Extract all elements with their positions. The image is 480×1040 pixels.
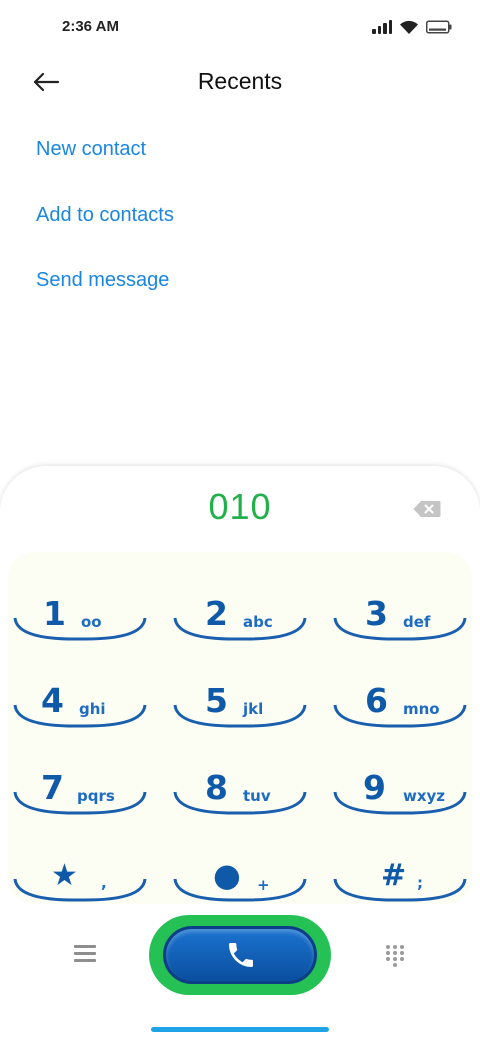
key-curve: [13, 878, 147, 902]
key-curve: [333, 704, 467, 728]
battery-icon: [426, 20, 452, 34]
key-digit: 2: [205, 594, 228, 633]
key-1[interactable]: 1 oo: [13, 580, 147, 642]
key-curve: [173, 704, 307, 728]
key-digit: 1: [43, 594, 66, 633]
key-0[interactable]: ● +: [173, 841, 307, 903]
backspace-button[interactable]: [412, 499, 442, 519]
menu-icon[interactable]: [74, 945, 96, 963]
key-5[interactable]: 5 jkl: [173, 667, 307, 729]
key-digit: 8: [205, 768, 228, 807]
key-digit: ●: [213, 856, 241, 894]
key-letters: mno: [403, 700, 440, 718]
key-6[interactable]: 6 mno: [333, 667, 467, 729]
key-digit: 4: [41, 681, 64, 720]
key-star[interactable]: ★ ,: [13, 841, 147, 903]
send-message-link[interactable]: Send message: [36, 269, 169, 292]
key-8[interactable]: 8 tuv: [173, 754, 307, 816]
call-button[interactable]: [149, 915, 331, 995]
backspace-icon: [413, 501, 441, 517]
key-4[interactable]: 4 ghi: [13, 667, 147, 729]
key-letters: +: [257, 876, 270, 894]
header: Recents: [0, 56, 480, 108]
key-7[interactable]: 7 pqrs: [13, 754, 147, 816]
key-letters: def: [403, 613, 431, 631]
key-letters: ;: [417, 874, 423, 892]
keypad: 1 oo 2 abc 3 def 4 ghi 5 jkl 6 mno 7 pqr…: [8, 552, 472, 904]
home-indicator: [151, 1027, 329, 1032]
hash-icon: #: [381, 858, 407, 893]
key-letters: ghi: [79, 700, 106, 718]
dialed-number: 010: [208, 486, 272, 527]
key-curve: [13, 617, 147, 641]
status-time: 2:36 AM: [62, 18, 119, 35]
key-digit: 7: [41, 768, 64, 807]
key-letters: abc: [243, 613, 273, 631]
key-digit: 5: [205, 681, 228, 720]
key-3[interactable]: 3 def: [333, 580, 467, 642]
key-digit: 9: [363, 768, 386, 807]
key-letters: jkl: [243, 700, 264, 718]
page-title: Recents: [197, 68, 283, 94]
status-bar: 2:36 AM: [0, 0, 480, 56]
key-curve: [333, 791, 467, 815]
key-9[interactable]: 9 wxyz: [333, 754, 467, 816]
key-digit: 3: [365, 594, 388, 633]
status-icons: [372, 17, 452, 37]
star-icon: ★: [51, 858, 78, 893]
wifi-icon: [400, 20, 418, 34]
key-2[interactable]: 2 abc: [173, 580, 307, 642]
key-curve: [173, 617, 307, 641]
key-hash[interactable]: # ;: [333, 841, 467, 903]
key-letters: ,: [101, 874, 107, 892]
new-contact-link[interactable]: New contact: [36, 138, 146, 161]
call-button-inner: [163, 926, 317, 984]
key-letters: wxyz: [403, 787, 446, 805]
key-curve: [173, 791, 307, 815]
key-letters: pqrs: [77, 787, 115, 805]
key-digit: 6: [365, 681, 388, 720]
key-letters: tuv: [243, 787, 271, 805]
key-letters: oo: [81, 613, 102, 631]
phone-icon: [229, 943, 253, 967]
add-to-contacts-link[interactable]: Add to contacts: [36, 204, 174, 227]
key-curve: [333, 617, 467, 641]
keypad-grid-icon[interactable]: [386, 945, 404, 967]
signal-icon: [372, 20, 392, 34]
